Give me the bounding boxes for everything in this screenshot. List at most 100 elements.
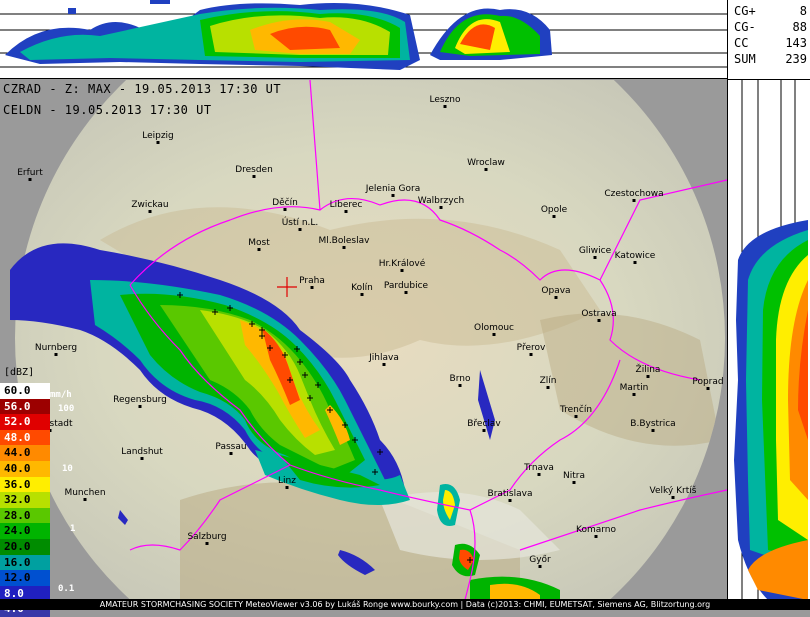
city-marker <box>546 386 550 389</box>
legend-level: 40.0 <box>0 460 50 477</box>
city-label: Landshut <box>121 447 163 457</box>
header-radar-line: CZRAD - Z: MAX - 19.05.2013 17:30 UT <box>3 82 282 96</box>
city-marker <box>443 105 447 108</box>
city-label: Ml.Boleslav <box>319 236 371 246</box>
stat-cg-minus: CG- 88 <box>734 20 807 34</box>
city-label: Ostrava <box>581 309 616 319</box>
city-marker <box>148 210 152 213</box>
city-marker <box>508 499 512 502</box>
city-label: Olomouc <box>474 323 514 333</box>
city-label: Žilina <box>636 363 661 375</box>
city-marker <box>285 486 289 489</box>
city-label: Opole <box>541 205 568 215</box>
rain-label-10: 10 <box>62 464 73 474</box>
city-label: Nitra <box>563 471 585 481</box>
legend-level: 60.0 <box>0 383 50 399</box>
city-label: Most <box>248 238 270 248</box>
city-marker <box>651 429 655 432</box>
rain-label-100: 100 <box>58 404 75 414</box>
city-label: Erfurt <box>17 168 43 178</box>
city-marker <box>391 194 395 197</box>
city-label: Břeclav <box>467 419 501 429</box>
city-marker <box>572 481 576 484</box>
city-label: B.Bystrica <box>630 419 675 429</box>
city-marker <box>310 286 314 289</box>
city-marker <box>257 248 261 251</box>
city-marker <box>404 291 408 294</box>
city-label: Nurnberg <box>35 343 77 353</box>
city-label: Pardubice <box>384 281 429 291</box>
city-label: Zlín <box>540 376 557 386</box>
city-label: Leszno <box>429 95 461 105</box>
city-label: Brno <box>450 374 471 384</box>
city-marker <box>529 353 533 356</box>
radar-map[interactable]: Leszno Leipzig Dresden Wroclaw Erfurt Jelenia… <box>0 79 728 601</box>
city-marker <box>482 429 486 432</box>
city-marker <box>83 498 87 501</box>
stat-cg-plus: CG+ 8 <box>734 4 807 18</box>
city-marker <box>156 141 160 144</box>
city-label: Linz <box>278 476 296 486</box>
city-label: Ústí n.L. <box>282 216 319 228</box>
legend-level: 12.0 <box>0 570 50 586</box>
city-marker <box>298 228 302 231</box>
city-label: Praha <box>299 276 325 286</box>
legend-level: 24.0 <box>0 523 50 539</box>
city-label: Regensburg <box>113 395 167 405</box>
city-marker <box>632 199 636 202</box>
city-marker <box>633 261 637 264</box>
city-label: Bratislava <box>488 489 533 499</box>
city-marker <box>439 206 443 209</box>
lightning-stats: CG+ 8 CG- 88 CC 143 SUM 239 <box>727 0 810 80</box>
city-label: Děčín <box>272 197 298 208</box>
city-label: Munchen <box>64 488 105 498</box>
city-label: Hr.Králové <box>379 258 426 269</box>
city-marker <box>229 452 233 455</box>
legend-level: 20.0 <box>0 538 50 555</box>
city-label: Liberec <box>330 200 363 210</box>
city-marker <box>574 415 578 418</box>
city-label: Győr <box>529 555 551 565</box>
city-label: Přerov <box>517 343 546 353</box>
legend-level: 52.0 <box>0 414 50 430</box>
header-lightning-line: CELDN - 19.05.2013 17:30 UT <box>3 103 212 117</box>
city-label: Trnava <box>523 463 554 473</box>
map-canvas[interactable]: Leszno Leipzig Dresden Wroclaw Erfurt Jelenia… <box>0 79 728 601</box>
city-label: Dresden <box>235 165 273 175</box>
city-marker <box>205 542 209 545</box>
city-label: Komarno <box>576 525 616 535</box>
city-marker <box>538 565 542 568</box>
top-profile-image <box>0 0 727 70</box>
city-marker <box>28 178 32 181</box>
city-marker <box>138 405 142 408</box>
city-label: Passau <box>215 442 246 452</box>
city-label: Trenčín <box>559 404 592 415</box>
city-marker <box>344 210 348 213</box>
city-label: Jelenia Gora <box>365 184 421 194</box>
legend-level: 28.0 <box>0 507 50 524</box>
city-label: Velký Krtíš <box>650 485 697 496</box>
city-marker <box>484 168 488 171</box>
city-marker <box>646 375 650 378</box>
city-label: Jihlava <box>368 353 399 363</box>
legend-title: [dBZ] <box>4 367 35 378</box>
legend-unit: mm/h <box>50 390 72 400</box>
city-label: Poprad <box>692 377 723 387</box>
city-marker <box>382 363 386 366</box>
city-marker <box>140 457 144 460</box>
city-label: Kolín <box>351 283 373 293</box>
legend-level: 36.0 <box>0 476 50 493</box>
city-label: Katowice <box>615 251 656 261</box>
city-marker <box>552 215 556 218</box>
legend-level: 56.0 <box>0 398 50 415</box>
city-marker <box>252 175 256 178</box>
footer-credits: AMATEUR STORMCHASING SOCIETY MeteoViewer… <box>0 599 810 610</box>
side-profile-image <box>734 80 808 610</box>
rain-label-0-1: 0.1 <box>58 584 75 594</box>
city-marker <box>593 256 597 259</box>
city-marker <box>597 319 601 322</box>
city-marker <box>400 269 404 272</box>
city-marker <box>594 535 598 538</box>
legend-level: 44.0 <box>0 445 50 461</box>
stat-cc: CC 143 <box>734 36 807 50</box>
